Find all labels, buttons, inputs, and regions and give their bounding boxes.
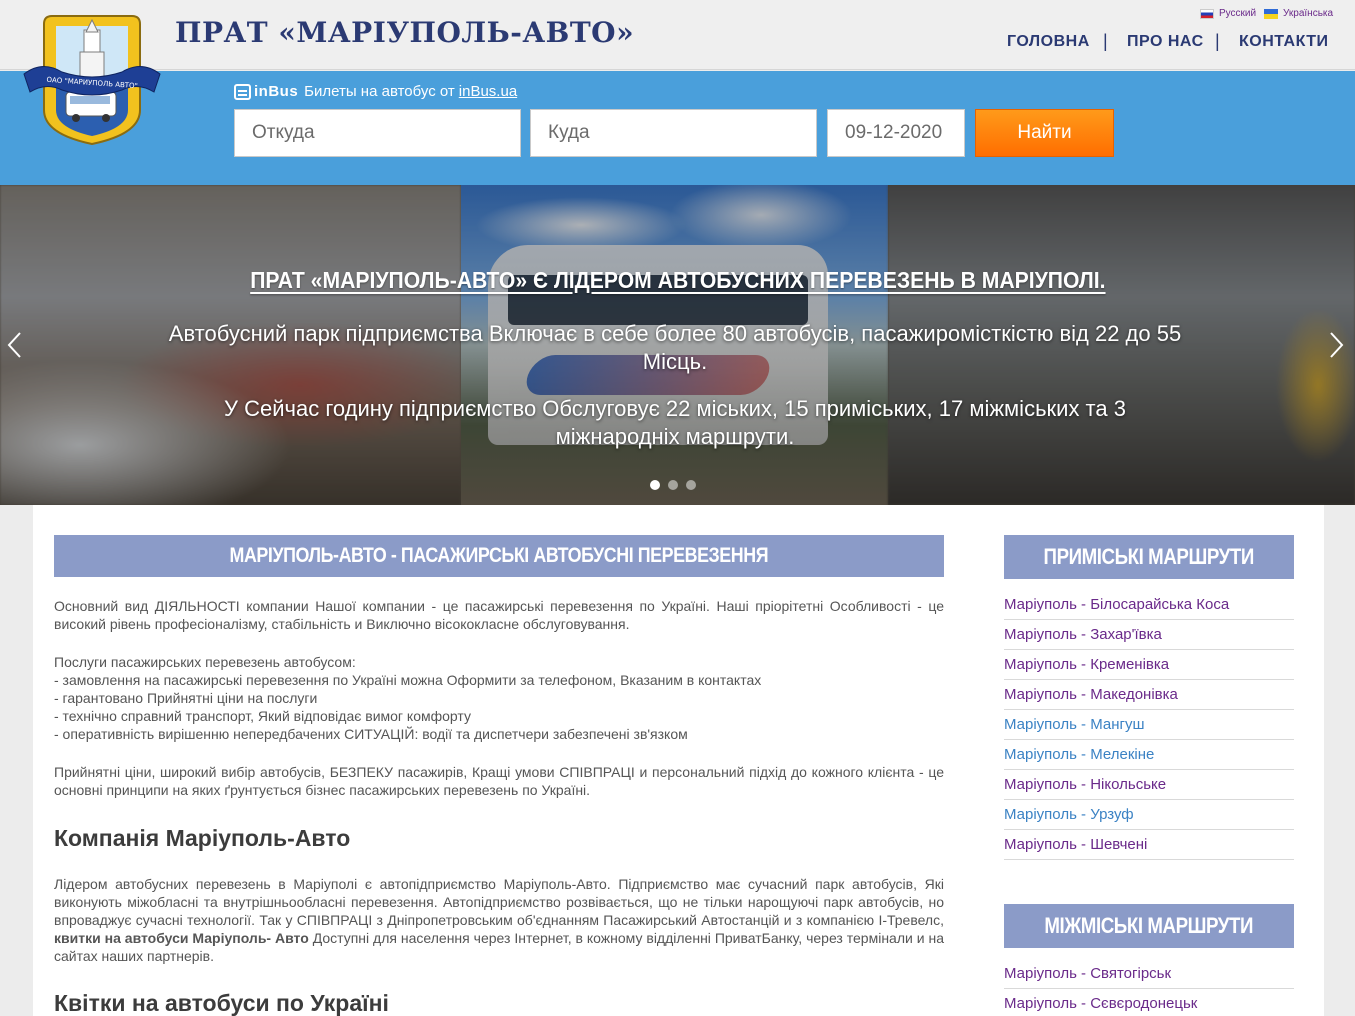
nav-contacts-label: КОНТАКТИ	[1239, 33, 1329, 50]
hero-slider: ПРАТ «МАРІУПОЛЬ-АВТО» Є ЛІДЕРОМ АВТОБУСН…	[0, 185, 1355, 505]
lang-russian[interactable]: Русский	[1200, 8, 1256, 19]
company-paragraph: Лідером автобусних перевезень в Маріупол…	[54, 875, 944, 965]
list-item: - технічно справний транспорт, Який відп…	[54, 708, 471, 724]
search-button[interactable]: Найти	[975, 109, 1114, 157]
route-link[interactable]: Маріуполь - Урзуф	[1004, 800, 1294, 830]
lang-ukrainian[interactable]: Українська	[1264, 8, 1333, 19]
lang-ukrainian-label: Українська	[1283, 8, 1334, 19]
from-input[interactable]: Откуда	[234, 109, 521, 157]
suburban-routes-heading: ПРИМІСЬКІ МАРШРУТИ	[1004, 535, 1294, 579]
bus-icon	[234, 83, 251, 100]
list-item: - оперативність вирішенню непередбачених…	[54, 726, 688, 742]
date-input[interactable]: 09-12-2020	[827, 109, 965, 157]
list-item: - гарантовано Прийнятні ціни на послуги	[54, 690, 318, 706]
list-item: - замовлення на пасажирські перевезення …	[54, 672, 762, 688]
inbus-tagline-text: Билеты на автобус от	[304, 83, 455, 100]
tickets-highlight: квитки на автобуси Маріуполь- Авто	[54, 930, 309, 946]
nav-home-label: ГОЛОВНА	[1007, 33, 1090, 50]
route-link[interactable]: Маріуполь - Захар'ївка	[1004, 620, 1294, 650]
route-link[interactable]: Маріуполь - Македонівка	[1004, 680, 1294, 710]
services-title: Послуги пасажирських перевезень автобусо…	[54, 654, 356, 670]
russia-flag-icon	[1200, 8, 1214, 19]
slider-dot[interactable]	[686, 480, 696, 490]
nav-about[interactable]: ПРО НАС	[1127, 33, 1204, 51]
slider-dots	[650, 480, 696, 490]
inbus-brand: inBus	[254, 83, 299, 100]
suburban-routes-title: ПРИМІСЬКІ МАРШРУТИ	[1043, 544, 1255, 569]
site-title: ПРАТ «МАРІУПОЛЬ-АВТО»	[175, 16, 635, 49]
nav-home[interactable]: ГОЛОВНА	[1007, 33, 1090, 51]
route-link[interactable]: Маріуполь - Білосарайська Коса	[1004, 590, 1294, 620]
nav-contacts[interactable]: КОНТАКТИ	[1239, 33, 1329, 51]
slider-dot[interactable]	[650, 480, 660, 490]
slide-text-2: У Сейчас годину підприємство Обслуговує …	[224, 396, 1126, 449]
intercity-routes-title: МІЖМІСЬКІ МАРШРУТИ	[1044, 913, 1254, 938]
section-heading: МАРІУПОЛЬ-АВТО - ПАСАЖИРСЬКІ АВТОБУСНІ П…	[54, 535, 944, 577]
intercity-routes-list: Маріуполь - Святогірськ Маріуполь - Сєвє…	[1004, 959, 1294, 1016]
intro-paragraph: Основний вид ДІЯЛЬНОСТІ компании Нашої к…	[54, 598, 944, 632]
route-link[interactable]: Маріуполь - Сєвєродонецьк	[1004, 989, 1294, 1016]
slider-dot[interactable]	[668, 480, 678, 490]
slide-title-text: ПРАТ «МАРІУПОЛЬ-АВТО» Є ЛІДЕРОМ АВТОБУСН…	[249, 267, 1106, 293]
inbus-tagline: inBus Билеты на автобус от inBus.ua	[234, 83, 517, 100]
chevron-left-icon[interactable]	[5, 330, 25, 360]
intercity-routes-heading: МІЖМІСЬКІ МАРШРУТИ	[1004, 904, 1294, 948]
route-link[interactable]: Маріуполь - Святогірськ	[1004, 959, 1294, 989]
tickets-heading: Квітки на автобуси по Україні	[54, 990, 389, 1016]
chevron-right-icon[interactable]	[1326, 330, 1346, 360]
company-heading: Компанія Маріуполь-Авто	[54, 825, 351, 851]
inbus-logo: inBus	[234, 83, 298, 100]
slide-title: ПРАТ «МАРІУПОЛЬ-АВТО» Є ЛІДЕРОМ АВТОБУСН…	[0, 267, 1355, 294]
suburban-routes-list: Маріуполь - Білосарайська Коса Маріуполь…	[1004, 590, 1294, 860]
to-input[interactable]: Куда	[530, 109, 817, 157]
ukraine-flag-icon	[1264, 8, 1278, 19]
nav-separator: |	[1103, 31, 1108, 51]
lang-russian-label: Русский	[1219, 8, 1257, 19]
company-logo[interactable]: ОАО "МАРИУПОЛЬ АВТО"	[22, 12, 162, 147]
inbus-link[interactable]: inBus.ua	[459, 83, 517, 100]
slide-text-1: Автобусний парк підприємства Включає в с…	[168, 321, 1182, 374]
principles-paragraph: Прийнятні ціни, широкий вибір автобусів,…	[54, 764, 944, 798]
nav-separator: |	[1215, 31, 1220, 51]
route-link[interactable]: Маріуполь - Шевчені	[1004, 830, 1294, 860]
route-link[interactable]: Маріуполь - Мелекіне	[1004, 740, 1294, 770]
nav-about-label: ПРО НАС	[1127, 33, 1204, 50]
services-list: Послуги пасажирських перевезень автобусо…	[54, 653, 944, 743]
route-link[interactable]: Маріуполь - Кременівка	[1004, 650, 1294, 680]
section-heading-text: МАРІУПОЛЬ-АВТО - ПАСАЖИРСЬКІ АВТОБУСНІ П…	[229, 544, 769, 567]
route-link[interactable]: Маріуполь - Нікольське	[1004, 770, 1294, 800]
company-text: Лідером автобусних перевезень в Маріупол…	[54, 876, 944, 928]
route-link[interactable]: Маріуполь - Мангуш	[1004, 710, 1294, 740]
